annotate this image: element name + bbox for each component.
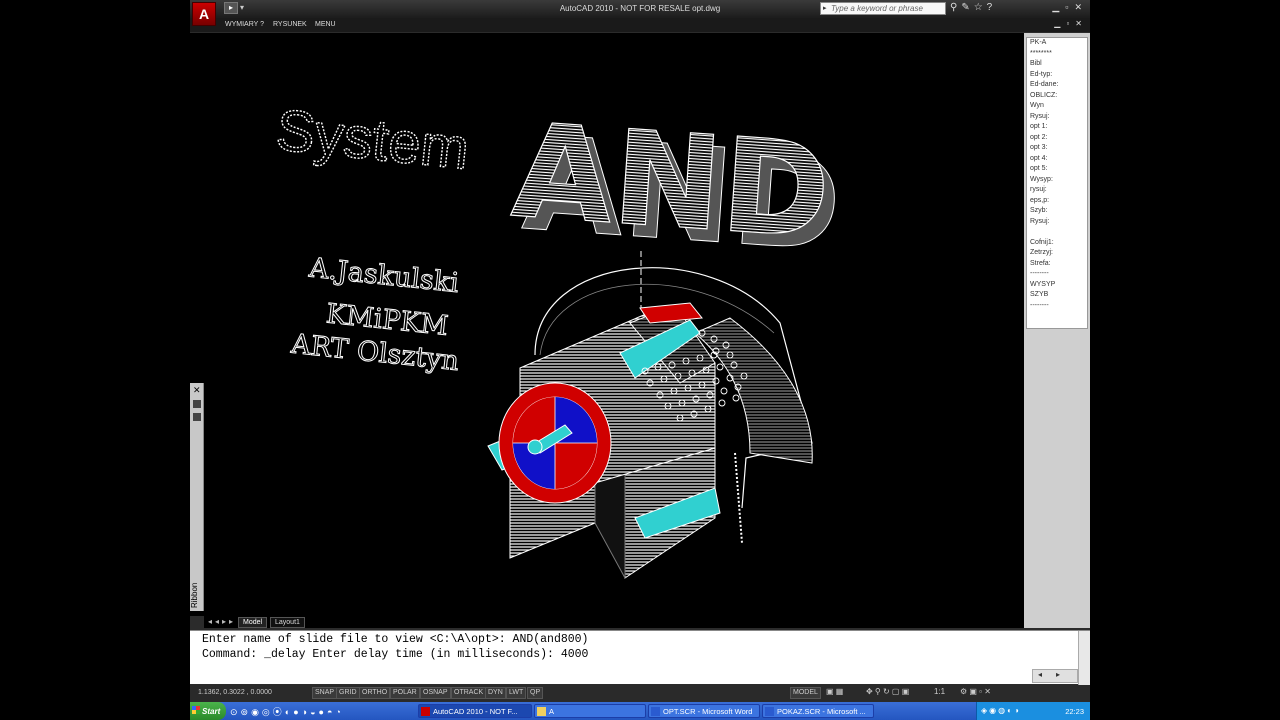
task-folder-a[interactable]: A: [534, 704, 646, 718]
annotation-scale[interactable]: 1:1: [934, 687, 945, 696]
system-tray: ◈◉◍◐◑ 22:23: [976, 702, 1090, 720]
word-icon: [765, 707, 774, 716]
clock[interactable]: 22:23: [1065, 707, 1084, 716]
screen-menu-item[interactable]: Zetrzyj:: [1027, 248, 1087, 259]
screen-menu-item[interactable]: Rysuj:: [1027, 112, 1087, 123]
navigation-tool-icons[interactable]: ✥ ⚲ ↻ ▢ ▣: [866, 687, 909, 696]
menu-item-rysunek[interactable]: RYSUNEK: [273, 21, 307, 28]
screen-menu-item[interactable]: eps,p:: [1027, 196, 1087, 207]
slide-drawing: System AND AND A.Jaskulski KMiPKM ART Ol…: [272, 94, 847, 579]
screen-menu-item[interactable]: Strefa:: [1027, 259, 1087, 270]
screen-menu-item[interactable]: opt 4:: [1027, 154, 1087, 165]
screen-menu-item[interactable]: opt 3:: [1027, 143, 1087, 154]
screen-menu-item[interactable]: Wyn: [1027, 101, 1087, 112]
screen-menu-item[interactable]: --------: [1027, 301, 1087, 312]
layout-view-icons[interactable]: ▣ ▦: [826, 687, 843, 696]
threshing-machine-drawing: [487, 251, 813, 579]
screen-menu-item[interactable]: opt 2:: [1027, 133, 1087, 144]
otrack-toggle[interactable]: OTRACK: [451, 687, 487, 699]
title-bar: AutoCAD 2010 - NOT FOR RESALE opt.dwg ▸ …: [190, 0, 1090, 18]
screen-menu-item[interactable]: opt 5:: [1027, 164, 1087, 175]
layout-tab-bar: ◂◂▸▸ Model Layout1: [204, 616, 1024, 628]
snap-toggle[interactable]: SNAP: [312, 687, 338, 699]
and-3d-title: AND AND: [507, 94, 846, 282]
command-window[interactable]: Enter name of slide file to view <C:\A\o…: [190, 630, 1090, 685]
command-history-line-1: Enter name of slide file to view <C:\A\o…: [202, 633, 589, 646]
document-window-controls[interactable]: ▁▫✕: [1054, 19, 1088, 28]
screen-menu-item[interactable]: Cofnij1:: [1027, 238, 1087, 249]
polar-toggle[interactable]: POLAR: [390, 687, 420, 699]
ortho-toggle[interactable]: ORTHO: [359, 687, 391, 699]
application-menu-button[interactable]: A: [192, 2, 216, 26]
system-title-text: System: [273, 97, 472, 182]
command-horizontal-scroll-arrows-icon[interactable]: ◂▸: [1032, 669, 1078, 683]
menu-item-menu[interactable]: MENU: [315, 21, 336, 28]
screen-menu-item[interactable]: [1027, 227, 1087, 238]
word-icon: [651, 707, 660, 716]
screen-menu-item[interactable]: Wysyp:: [1027, 175, 1087, 186]
status-bar: 1.1362, 0.3022 , 0.0000 SNAP GRID ORTHO …: [190, 685, 1090, 701]
workspace-icons[interactable]: ⚙ ▣ ▫ ✕: [960, 687, 991, 696]
screen-menu-item[interactable]: Ed-dane:: [1027, 80, 1087, 91]
task-pokaz-scr-word[interactable]: POKAZ.SCR - Microsoft ...: [762, 704, 874, 718]
screen-menu-item[interactable]: Bibl: [1027, 59, 1087, 70]
lwt-toggle[interactable]: LWT: [506, 687, 527, 699]
infocenter-icons[interactable]: ⚲✎☆?: [950, 2, 996, 13]
command-history-line-2: Command: _delay Enter delay time (in mil…: [202, 648, 589, 661]
search-placeholder: Type a keyword or phrase: [831, 4, 923, 13]
tab-model[interactable]: Model: [238, 617, 268, 628]
screen-menu-item[interactable]: Szyb:: [1027, 206, 1087, 217]
grid-toggle[interactable]: GRID: [336, 687, 360, 699]
start-button[interactable]: Start: [190, 702, 226, 720]
task-autocad[interactable]: AutoCAD 2010 - NOT F...: [418, 704, 532, 718]
palette-options-icon[interactable]: [193, 413, 201, 421]
model-space-button[interactable]: MODEL: [790, 687, 821, 699]
quick-access-icon[interactable]: ▸: [224, 2, 238, 14]
credit-author: A.Jaskulski: [307, 252, 461, 299]
windows-taskbar: Start ⊙⊚◉◎⦿◐●◑◒●◓◔ AutoCAD 2010 - NOT F.…: [190, 702, 1090, 720]
screen-menu-item[interactable]: --------: [1027, 269, 1087, 280]
and-title-text: AND: [508, 94, 835, 268]
tab-layout1[interactable]: Layout1: [270, 617, 305, 628]
qp-toggle[interactable]: QP: [527, 687, 544, 699]
command-scrollbar[interactable]: [1078, 631, 1090, 685]
close-palette-icon[interactable]: ✕: [193, 385, 201, 396]
search-input[interactable]: ▸ Type a keyword or phrase: [820, 2, 946, 15]
screen-menu-list: PK-A ******** Bibl Ed-typ: Ed-dane: OBLICZ: Wy…: [1026, 37, 1088, 329]
screen-menu-item[interactable]: SZYB: [1027, 290, 1087, 301]
quick-launch-icons[interactable]: ⊙⊚◉◎⦿◐●◑◒●◓◔: [230, 705, 344, 718]
dyn-toggle[interactable]: DYN: [485, 687, 506, 699]
coordinate-readout[interactable]: 1.1362, 0.3022 , 0.0000: [198, 689, 272, 696]
search-arrow-icon: ▸: [823, 5, 827, 12]
task-opt-scr-word[interactable]: OPT.SCR - Microsoft Word: [648, 704, 760, 718]
menu-bar: WYMIARY ? RYSUNEK MENU ▁▫✕: [190, 18, 1090, 32]
screen-menu-item[interactable]: PK-A: [1027, 38, 1087, 49]
autocad-window: AutoCAD 2010 - NOT FOR RESALE opt.dwg ▸ …: [190, 0, 1090, 720]
drawing-canvas[interactable]: System AND AND A.Jaskulski KMiPKM ART Ol…: [190, 33, 1024, 616]
palette-pin-icon[interactable]: [193, 400, 201, 408]
folder-icon: [537, 707, 546, 716]
osnap-toggle[interactable]: OSNAP: [420, 687, 451, 699]
tab-navigation-arrows-icon[interactable]: ◂◂▸▸: [208, 617, 236, 626]
ribbon-label[interactable]: Ribbon: [190, 575, 204, 615]
screen-menu-item[interactable]: ********: [1027, 49, 1087, 60]
screen-menu-item[interactable]: Rysuj:: [1027, 217, 1087, 228]
screen-menu-item[interactable]: Ed-typ:: [1027, 70, 1087, 81]
quick-access-dropdown-icon[interactable]: ▾: [240, 3, 244, 12]
autocad-task-icon: [421, 707, 430, 716]
screen-menu-item[interactable]: WYSYP: [1027, 280, 1087, 291]
screen-menu-panel: PK-A ******** Bibl Ed-typ: Ed-dane: OBLICZ: Wy…: [1024, 33, 1090, 628]
screen-menu-item[interactable]: opt 1:: [1027, 122, 1087, 133]
tray-icons[interactable]: ◈◉◍◐◑: [981, 706, 1021, 715]
window-controls[interactable]: ▁▫✕: [1052, 2, 1088, 13]
screen-menu-item[interactable]: rysuj:: [1027, 185, 1087, 196]
screen-menu-item[interactable]: OBLICZ:: [1027, 91, 1087, 102]
windows-logo-icon: [192, 706, 200, 714]
menu-item-wymiary[interactable]: WYMIARY ?: [225, 21, 264, 28]
